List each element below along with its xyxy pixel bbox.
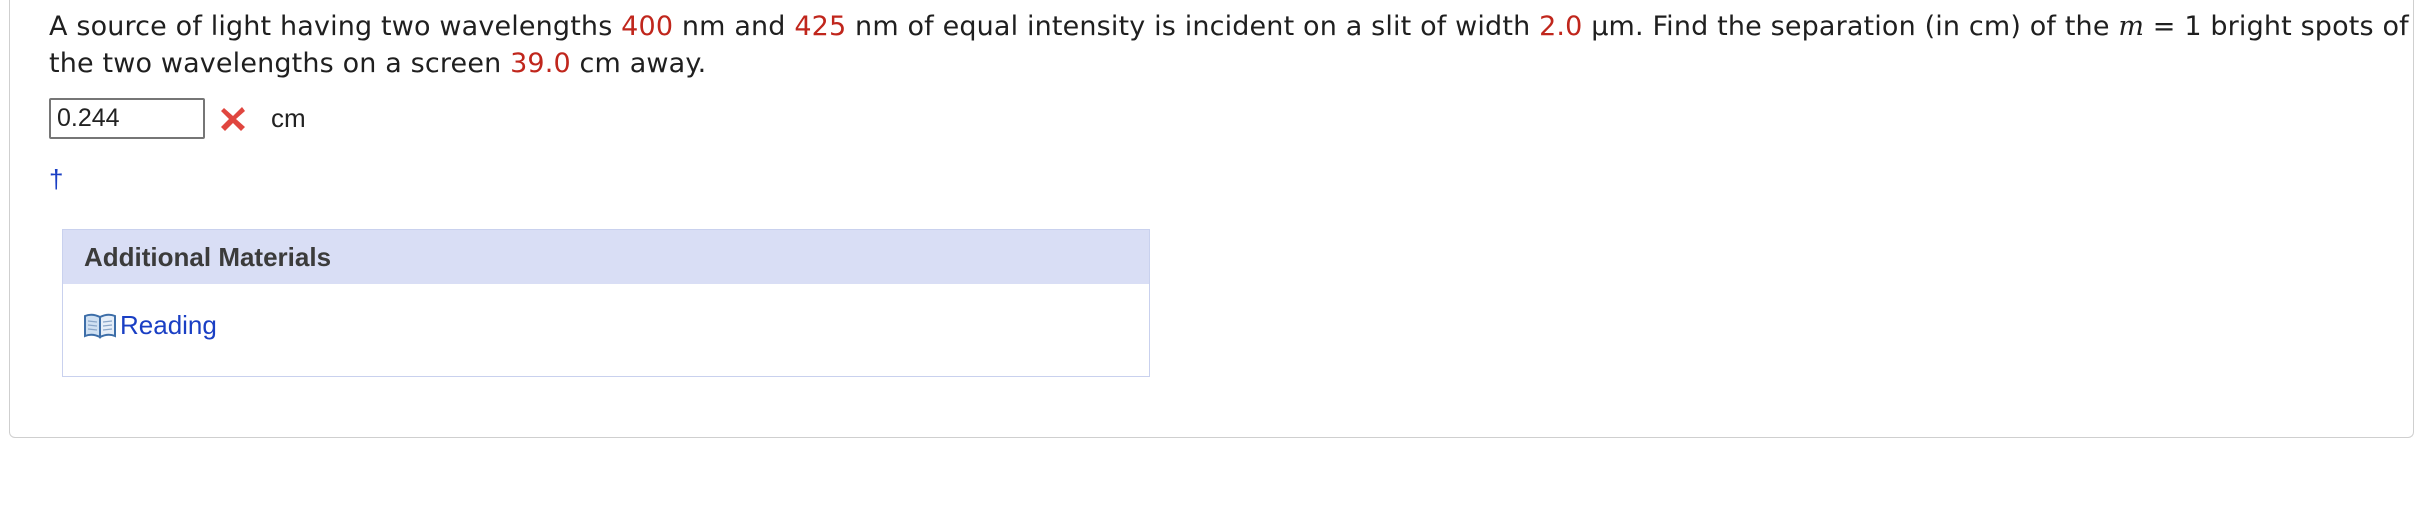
answer-row: cm — [49, 97, 306, 140]
additional-materials-body: Reading — [63, 284, 1149, 341]
reading-label: Reading — [120, 310, 217, 340]
additional-materials-header: Additional Materials — [63, 230, 1149, 284]
slit-width-value: 2.0 — [1539, 11, 1583, 42]
question-panel: A source of light having two wavelengths… — [9, 0, 2414, 438]
x-icon — [215, 101, 251, 137]
question-text-part: μm. Find the separation (in cm) of the — [1582, 11, 2119, 42]
wavelength-1-value: 400 — [621, 11, 674, 42]
question-text-part: cm away. — [570, 48, 707, 79]
order-variable: m — [2118, 11, 2145, 42]
question-text: A source of light having two wavelengths… — [49, 8, 2409, 82]
book-icon — [83, 312, 117, 340]
reading-link[interactable]: Reading — [83, 310, 217, 341]
question-text-part: A source of light having two wavelengths — [49, 11, 622, 42]
screen-distance-value: 39.0 — [510, 48, 571, 79]
dagger-link[interactable]: † — [49, 164, 63, 195]
answer-input[interactable] — [49, 98, 205, 139]
question-text-part: nm and — [673, 11, 795, 42]
wavelength-2-value: 425 — [794, 11, 847, 42]
question-text-part: nm of equal intensity is incident on a s… — [846, 11, 1540, 42]
unit-label: cm — [271, 103, 306, 133]
additional-materials-box: Additional Materials Reading — [62, 229, 1150, 377]
